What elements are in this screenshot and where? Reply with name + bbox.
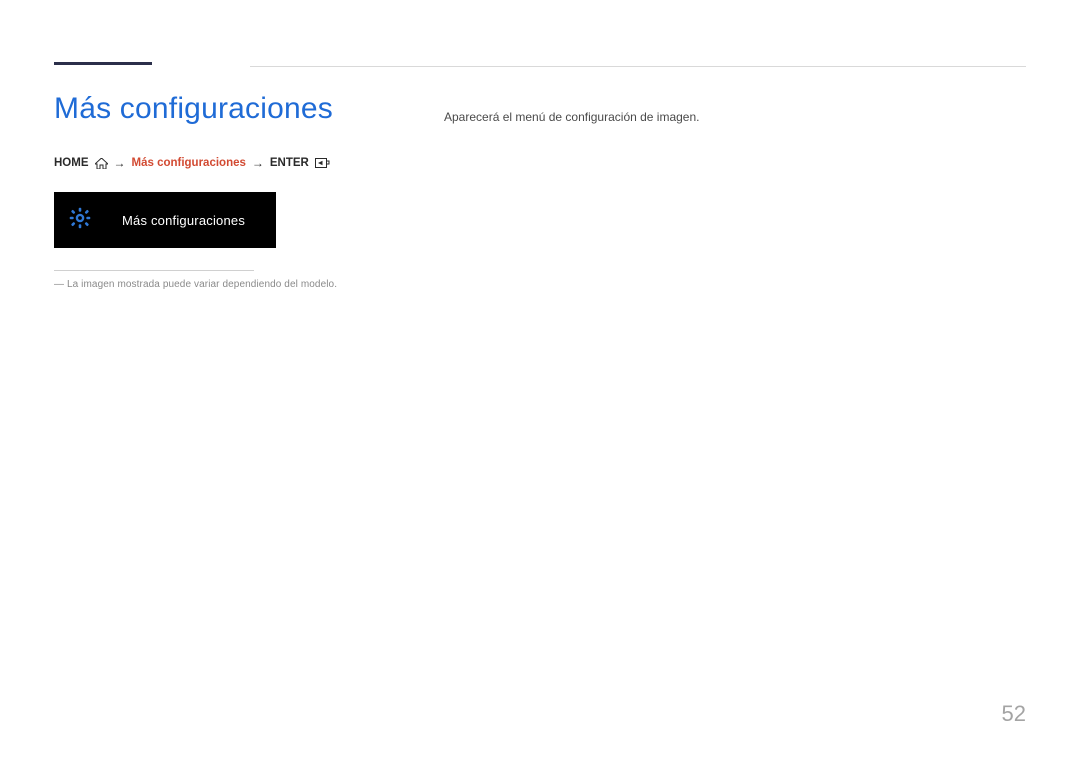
menu-tile: Más configuraciones <box>54 192 276 248</box>
arrow-icon: → <box>114 156 126 170</box>
page-number: 52 <box>1002 701 1026 727</box>
breadcrumb-enter: ENTER <box>270 157 309 169</box>
breadcrumb-current: Más configuraciones <box>132 157 246 169</box>
breadcrumb-home: HOME <box>54 157 89 169</box>
document-page: Más configuraciones HOME → Más configura… <box>0 0 1080 763</box>
content-area: Más configuraciones HOME → Más configura… <box>54 92 1026 290</box>
arrow-icon: → <box>252 156 264 170</box>
top-divider <box>250 66 1026 67</box>
gear-icon <box>68 206 92 235</box>
left-column: Más configuraciones HOME → Más configura… <box>54 92 444 290</box>
page-title: Más configuraciones <box>54 92 420 126</box>
note-divider <box>54 270 254 271</box>
chapter-marker <box>54 62 152 65</box>
home-icon <box>95 158 108 169</box>
footnote: ― La imagen mostrada puede variar depend… <box>54 279 420 290</box>
breadcrumb: HOME → Más configuraciones → ENTER <box>54 156 420 170</box>
right-column: Aparecerá el menú de configuración de im… <box>444 92 1026 290</box>
body-text: Aparecerá el menú de configuración de im… <box>444 110 1026 124</box>
menu-tile-label: Más configuraciones <box>122 213 245 228</box>
enter-icon <box>315 158 330 168</box>
